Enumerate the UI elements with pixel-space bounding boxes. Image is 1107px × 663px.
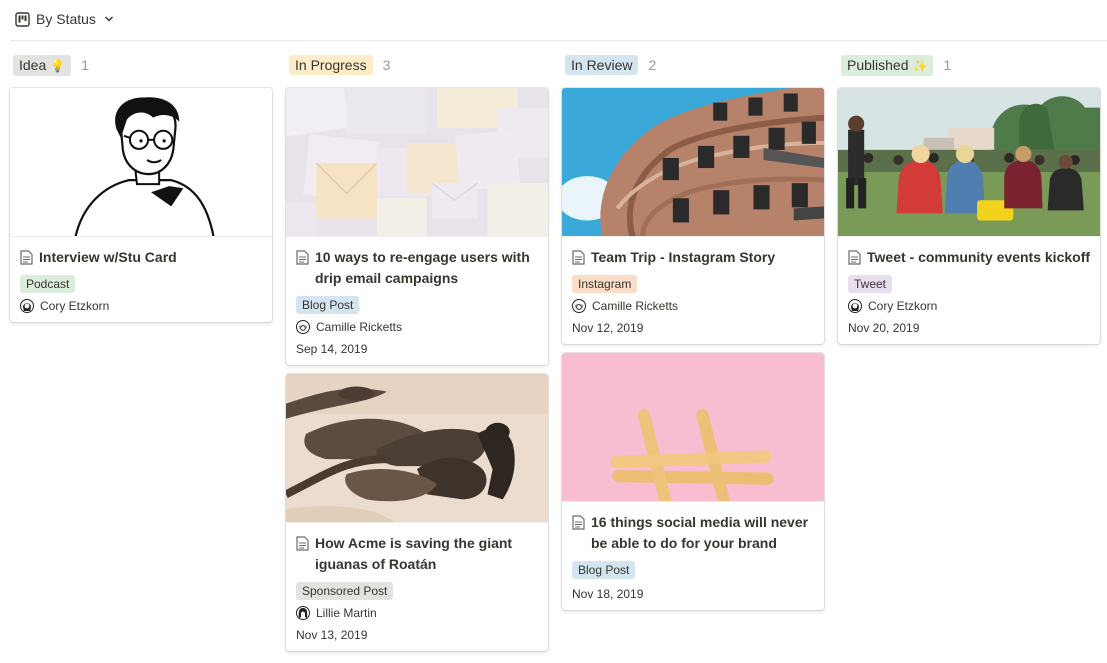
- person-name: Lillie Martin: [316, 606, 377, 620]
- status-emoji: ✨: [912, 58, 928, 73]
- document-icon: [20, 250, 33, 265]
- document-icon: [296, 536, 309, 551]
- card-drip-email[interactable]: 10 ways to re-engage users with drip ema…: [286, 88, 548, 365]
- avatar: [296, 606, 310, 620]
- column-idea: Idea 💡 1 Interview w/Stu Card Podcast Co…: [10, 54, 272, 331]
- column-in-review: In Review 2 Team Trip - Instagram Story …: [562, 55, 824, 619]
- person-name: Camille Ricketts: [592, 299, 679, 313]
- card-title: How Acme is saving the giant iguanas of …: [315, 535, 513, 572]
- date: Nov 13, 2019: [296, 628, 368, 642]
- column-in-progress: In Progress 3 10 ways to re-engage users…: [286, 55, 548, 660]
- card-cover-image: [286, 374, 548, 523]
- view-selector[interactable]: By Status: [15, 8, 114, 30]
- document-icon: [848, 250, 861, 265]
- card-cover-image: [562, 88, 824, 237]
- date: Nov 12, 2019: [572, 321, 644, 335]
- column-header: In Progress 3: [286, 55, 548, 75]
- column-header: In Review 2: [562, 55, 824, 75]
- person-name: Cory Etzkorn: [868, 299, 938, 313]
- document-icon: [572, 515, 585, 530]
- status-emoji: 💡: [50, 58, 66, 73]
- card-cover-image: [562, 353, 824, 502]
- status-label: Idea: [19, 56, 47, 73]
- person: Lillie Martin: [296, 606, 538, 620]
- column-count: 3: [382, 57, 391, 73]
- card-cover-image: [838, 88, 1100, 237]
- card-title: 10 ways to re-engage users with drip ema…: [315, 249, 530, 286]
- status-pill[interactable]: In Progress: [289, 55, 373, 75]
- card-title: 16 things social media will never be abl…: [591, 514, 809, 551]
- column-count: 1: [943, 57, 952, 73]
- column-count: 1: [81, 57, 89, 73]
- card-title: Team Trip - Instagram Story: [591, 249, 776, 265]
- column-header: Idea 💡 1: [10, 54, 272, 76]
- card-social-media[interactable]: 16 things social media will never be abl…: [562, 353, 824, 610]
- status-label: In Progress: [295, 57, 367, 73]
- person: Camille Ricketts: [296, 320, 538, 334]
- tag: Tweet: [848, 275, 893, 293]
- status-label: In Review: [571, 57, 633, 73]
- date: Sep 14, 2019: [296, 342, 368, 356]
- avatar: [296, 320, 310, 334]
- person-name: Camille Ricketts: [316, 320, 403, 334]
- avatar: [20, 299, 34, 313]
- status-pill[interactable]: In Review: [565, 55, 639, 75]
- document-icon: [572, 250, 585, 265]
- date: Nov 20, 2019: [848, 321, 920, 335]
- person: Camille Ricketts: [572, 299, 814, 313]
- tag: Podcast: [20, 275, 76, 293]
- card-iguanas[interactable]: How Acme is saving the giant iguanas of …: [286, 374, 548, 651]
- column-count: 2: [648, 57, 657, 73]
- document-icon: [296, 250, 309, 265]
- card-cover-image: [10, 88, 272, 237]
- person: Cory Etzkorn: [848, 299, 1090, 313]
- chevron-down-icon: [104, 16, 113, 22]
- status-pill[interactable]: Idea 💡: [13, 54, 72, 76]
- date: Nov 18, 2019: [572, 587, 644, 601]
- avatar: [572, 299, 586, 313]
- card-title: Tweet - community events kickoff: [867, 249, 1091, 265]
- toolbar-divider: [10, 40, 1107, 41]
- card-tweet[interactable]: Tweet - community events kickoff Tweet C…: [838, 88, 1100, 344]
- column-header: Published ✨ 1: [838, 54, 1100, 76]
- column-published: Published ✨ 1 Tweet - community events k…: [838, 54, 1100, 353]
- card-interview[interactable]: Interview w/Stu Card Podcast Cory Etzkor…: [10, 88, 272, 322]
- status-pill[interactable]: Published ✨: [841, 54, 934, 76]
- card-title: Interview w/Stu Card: [39, 249, 177, 265]
- avatar: [848, 299, 862, 313]
- tag: Blog Post: [572, 561, 636, 579]
- tag: Blog Post: [296, 296, 360, 314]
- person: Cory Etzkorn: [20, 299, 262, 313]
- status-label: Published: [847, 56, 909, 73]
- card-team-trip[interactable]: Team Trip - Instagram Story Instagram Ca…: [562, 88, 824, 344]
- card-cover-image: [286, 88, 548, 237]
- board-icon: [15, 11, 30, 27]
- tag: Instagram: [572, 275, 638, 293]
- tag: Sponsored Post: [296, 582, 394, 600]
- view-label: By Status: [36, 11, 96, 27]
- person-name: Cory Etzkorn: [40, 299, 110, 313]
